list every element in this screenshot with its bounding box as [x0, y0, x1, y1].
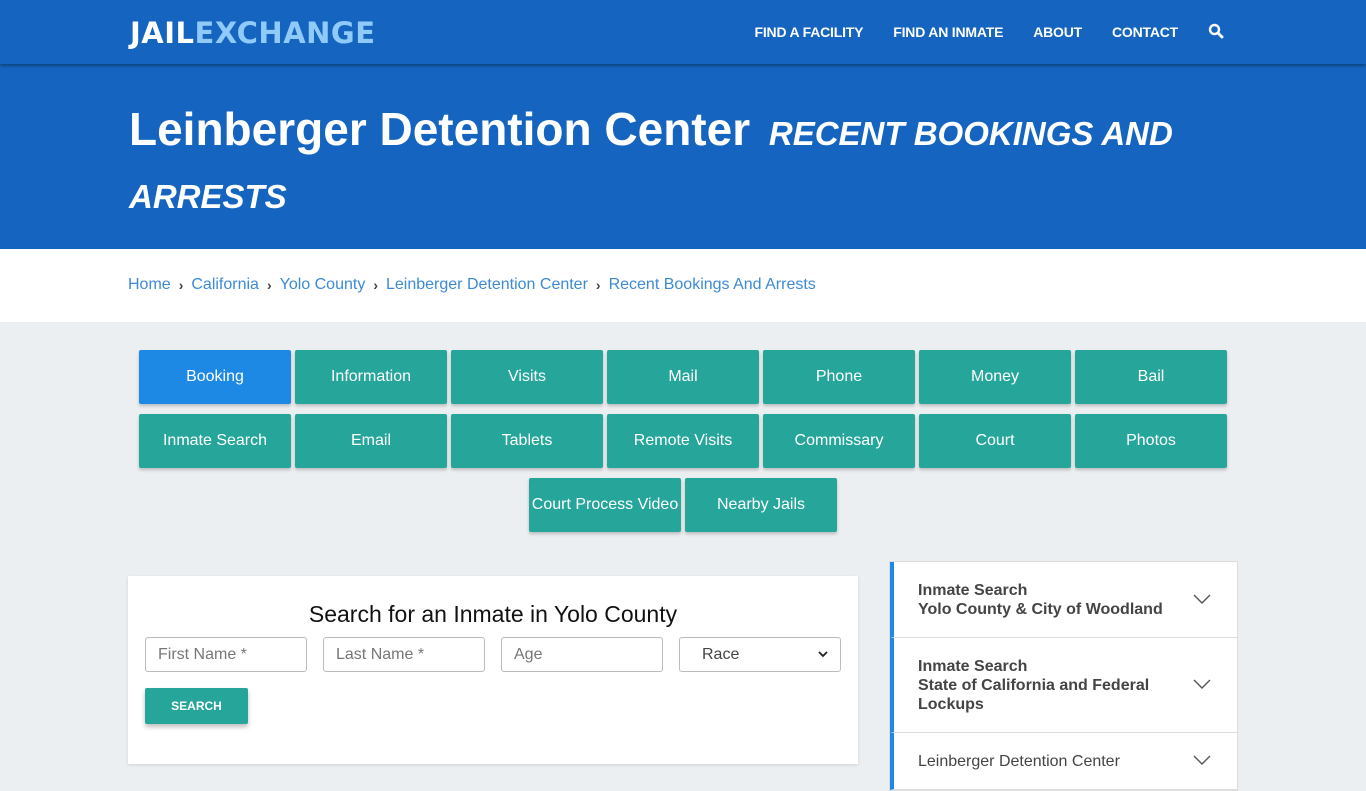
- facility-tabs: Booking Information Visits Mail Phone Mo…: [137, 350, 1229, 532]
- last-name-field[interactable]: [323, 637, 485, 672]
- tab-photos[interactable]: Photos: [1075, 414, 1227, 468]
- breadcrumb-bar: Home › California › Yolo County › Leinberge…: [0, 249, 1366, 322]
- tab-remote-visits[interactable]: Remote Visits: [607, 414, 759, 468]
- chevron-right-icon: ›: [373, 277, 378, 293]
- tab-money[interactable]: Money: [919, 350, 1071, 404]
- tab-information[interactable]: Information: [295, 350, 447, 404]
- top-navbar: JAILEXCHANGE FIND A FACILITY FIND AN INM…: [0, 0, 1366, 64]
- tab-nearby-jails[interactable]: Nearby Jails: [685, 478, 837, 532]
- tab-court[interactable]: Court: [919, 414, 1071, 468]
- page-hero: Leinberger Detention Center Recent Booki…: [0, 64, 1366, 249]
- accordion-title-line2: State of California and Federal Lockups: [918, 677, 1150, 713]
- tab-bail[interactable]: Bail: [1075, 350, 1227, 404]
- nav-about[interactable]: ABOUT: [1033, 24, 1082, 40]
- chevron-down-icon: [1193, 594, 1211, 604]
- nav-contact[interactable]: CONTACT: [1112, 24, 1178, 40]
- search-title: Search for an Inmate in Yolo County: [308, 601, 678, 627]
- accordion-title-line1: Leinberger Detention Center: [918, 753, 1120, 770]
- tab-tablets[interactable]: Tablets: [451, 414, 603, 468]
- main-nav: FIND A FACILITY FIND AN INMATE ABOUT CON…: [725, 0, 1226, 64]
- tab-email[interactable]: Email: [295, 414, 447, 468]
- inmate-search-card: Search for an Inmate in Yolo County Race…: [128, 576, 858, 764]
- chevron-down-icon: [818, 651, 828, 658]
- chevron-right-icon: ›: [266, 277, 272, 293]
- tab-phone[interactable]: Phone: [763, 350, 915, 404]
- accordion-item-county-search[interactable]: Inmate Search Yolo County & City of Wood…: [890, 562, 1237, 638]
- accordion-item-state-search[interactable]: Inmate Search State of California and Fe…: [890, 638, 1237, 733]
- search-button[interactable]: SEARCH: [145, 688, 248, 724]
- breadcrumb: Home › California › Yolo County › Leinberge…: [128, 276, 816, 294]
- tab-visits[interactable]: Visits: [451, 350, 603, 404]
- nav-find-inmate[interactable]: FIND AN INMATE: [893, 24, 1003, 40]
- age-field[interactable]: [501, 637, 663, 672]
- logo-text-exchange: EXCHANGE: [194, 16, 376, 50]
- chevron-right-icon: ›: [178, 277, 184, 293]
- race-selected-value: Race: [702, 645, 740, 663]
- breadcrumb-county[interactable]: Yolo County: [280, 276, 366, 294]
- logo-text-jail: JAIL: [130, 16, 195, 50]
- chevron-right-icon: ›: [595, 277, 601, 293]
- breadcrumb-facility[interactable]: Leinberger Detention Center: [386, 276, 588, 294]
- site-logo[interactable]: JAILEXCHANGE: [130, 16, 376, 50]
- accordion-title-line1: Inmate Search: [918, 658, 1028, 675]
- accordion-item-facility[interactable]: Leinberger Detention Center: [890, 733, 1237, 790]
- tab-inmate-search[interactable]: Inmate Search: [139, 414, 291, 468]
- age-input[interactable]: [514, 645, 650, 664]
- breadcrumb-current[interactable]: Recent Bookings And Arrests: [609, 276, 816, 294]
- accordion-title-line2: Yolo County & City of Woodland: [918, 601, 1163, 618]
- last-name-input[interactable]: [336, 645, 472, 664]
- search-icon[interactable]: [1208, 23, 1226, 41]
- facility-name: Leinberger Detention Center: [129, 103, 751, 155]
- tab-commissary[interactable]: Commissary: [763, 414, 915, 468]
- breadcrumb-home[interactable]: Home: [128, 276, 171, 294]
- breadcrumb-state[interactable]: California: [191, 276, 259, 294]
- first-name-field[interactable]: [145, 637, 307, 672]
- page-title: Leinberger Detention Center Recent Booki…: [129, 100, 1179, 226]
- tab-booking[interactable]: Booking: [139, 350, 291, 404]
- sidebar-accordion: Inmate Search Yolo County & City of Wood…: [889, 561, 1238, 791]
- nav-find-facility[interactable]: FIND A FACILITY: [755, 24, 864, 40]
- first-name-input[interactable]: [158, 645, 294, 664]
- tab-court-process-video[interactable]: Court Process Video: [529, 478, 681, 532]
- chevron-down-icon: [1193, 755, 1211, 765]
- accordion-title-line1: Inmate Search: [918, 582, 1028, 599]
- tab-mail[interactable]: Mail: [607, 350, 759, 404]
- chevron-down-icon: [1193, 679, 1211, 689]
- race-select[interactable]: Race: [679, 637, 841, 672]
